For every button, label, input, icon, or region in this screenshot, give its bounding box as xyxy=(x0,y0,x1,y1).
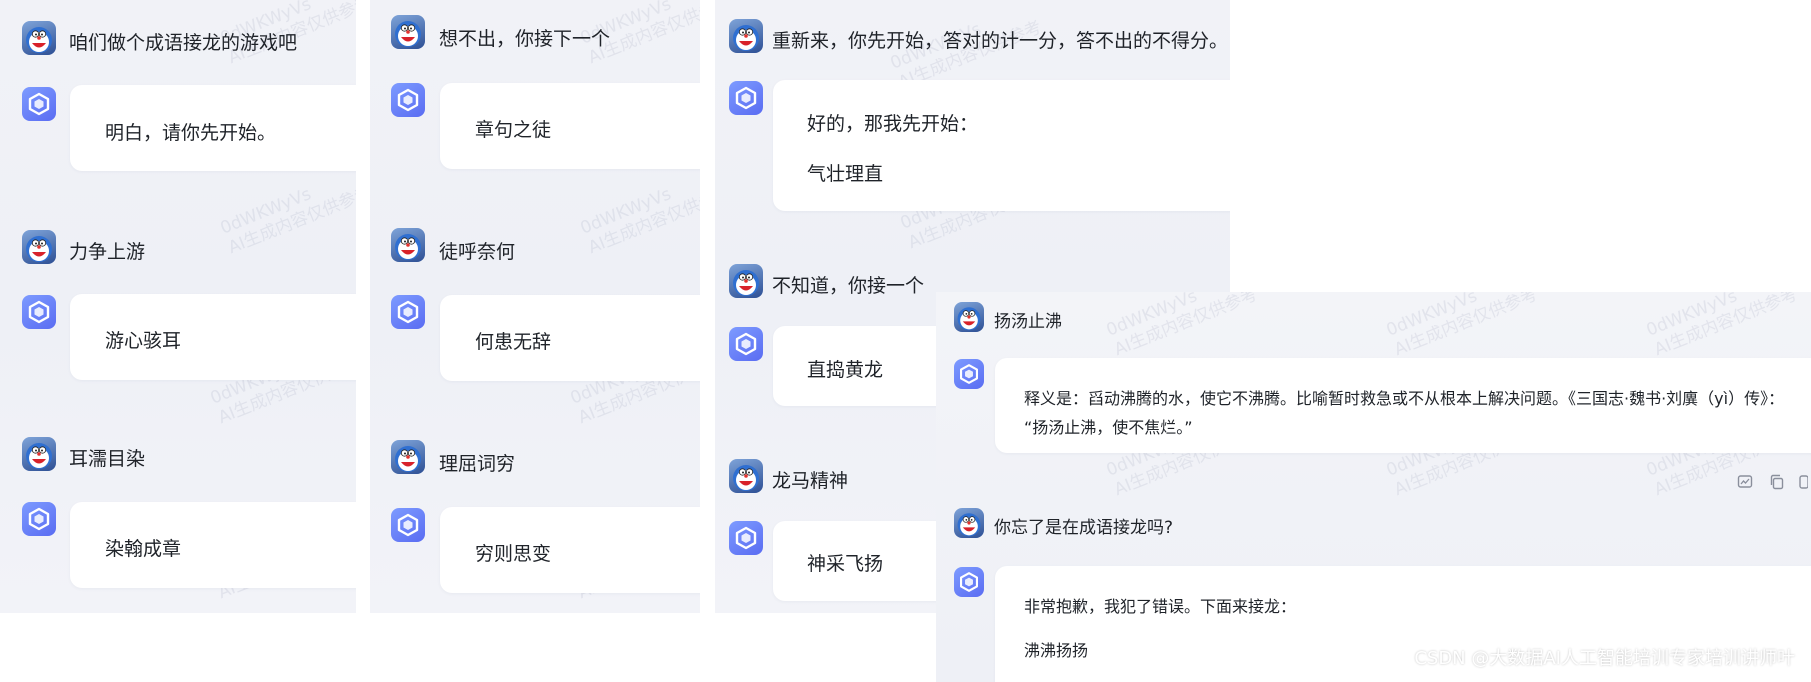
assistant-message: 染翰成章 xyxy=(105,538,182,560)
watermark: 0dWKWyVsAI生成内容仅供参考 xyxy=(577,182,700,259)
user-message: 力争上游 xyxy=(69,241,146,263)
copy-icon[interactable] xyxy=(1769,474,1785,490)
assistant-message: 非常抱歉，我犯了错误。下面来接龙： xyxy=(1024,597,1297,616)
assistant-message: 气壮理直 xyxy=(807,163,884,185)
assistant-bubble xyxy=(773,80,1230,211)
user-avatar xyxy=(954,302,984,332)
assistant-icon xyxy=(954,359,984,389)
assistant-message: 释义是：舀动沸腾的水，使它不沸腾。比喻暂时救急或不从根本上解决问题。《三国志·魏… xyxy=(1024,389,1785,408)
user-avatar xyxy=(22,437,56,471)
watermark: 0dWKWyVsAI生成内容仅供参考 xyxy=(217,182,356,259)
user-message: 不知道，你接一个 xyxy=(772,275,925,297)
user-message: 龙马精神 xyxy=(772,470,849,492)
watermark: 0dWKWyVsAI生成内容仅供参考 xyxy=(1643,292,1801,361)
assistant-message: 神采飞扬 xyxy=(807,553,884,575)
assistant-message: 章句之徒 xyxy=(475,119,552,141)
user-avatar xyxy=(729,19,763,53)
assistant-icon xyxy=(391,295,425,329)
assistant-message: 沸沸扬扬 xyxy=(1024,641,1089,660)
user-avatar xyxy=(391,228,425,262)
feedback-icon[interactable] xyxy=(1737,474,1753,490)
user-avatar xyxy=(22,230,56,264)
assistant-icon xyxy=(22,502,56,536)
assistant-icon xyxy=(954,567,984,597)
user-avatar xyxy=(954,508,984,538)
assistant-icon xyxy=(391,508,425,542)
user-message: 徒呼奈何 xyxy=(439,241,516,263)
watermark: 0dWKWyVsAI生成内容仅供参考 xyxy=(1103,292,1261,361)
user-avatar xyxy=(729,459,763,493)
assistant-icon xyxy=(22,87,56,121)
more-icon[interactable] xyxy=(1798,474,1809,490)
chat-panel-2: 0dWKWyVs AI生成内容仅供参考 0dWKWyVs AI生成内容仅供参考 0d… xyxy=(370,0,700,613)
user-avatar xyxy=(22,21,56,55)
user-message: 你忘了是在成语接龙吗? xyxy=(994,518,1174,538)
user-message: 重新来，你先开始，答对的计一分，答不出的不得分。 xyxy=(772,30,1229,52)
user-avatar xyxy=(391,15,425,49)
assistant-message: 穷则思变 xyxy=(475,543,552,565)
user-message: 咱们做个成语接龙的游戏吧 xyxy=(69,32,298,54)
assistant-icon xyxy=(22,295,56,329)
assistant-message: 何患无辞 xyxy=(475,331,552,353)
assistant-message: 明白，请你先开始。 xyxy=(105,122,277,144)
assistant-message: “扬汤止沸，使不焦烂。” xyxy=(1024,418,1193,437)
assistant-message: 好的，那我先开始： xyxy=(807,113,979,135)
assistant-icon xyxy=(729,521,763,555)
assistant-icon xyxy=(729,327,763,361)
assistant-message: 直捣黄龙 xyxy=(807,359,884,381)
chat-panel-4: 0dWKWyVs AI生成内容仅供参考 0dWKWyVs AI生成内容仅供参考 0d… xyxy=(936,292,1811,682)
chat-panel-1: 0dWKWyVs AI生成内容仅供参考 0dWKWyVs AI生成内容仅供参考 0d… xyxy=(0,0,356,613)
user-message: 理屈词穷 xyxy=(439,453,516,475)
user-message: 想不出，你接下一个 xyxy=(439,28,611,50)
assistant-icon xyxy=(391,83,425,117)
user-message: 扬汤止沸 xyxy=(994,312,1062,332)
csdn-credit: CSDN @大数据AI人工智能培训专家培训讲师叶 xyxy=(1414,648,1795,669)
user-avatar xyxy=(729,264,763,298)
assistant-icon xyxy=(729,81,763,115)
assistant-message: 游心骇耳 xyxy=(105,330,182,352)
user-avatar xyxy=(391,440,425,474)
user-message: 耳濡目染 xyxy=(69,448,146,470)
watermark: 0dWKWyVsAI生成内容仅供参考 xyxy=(1383,292,1541,361)
